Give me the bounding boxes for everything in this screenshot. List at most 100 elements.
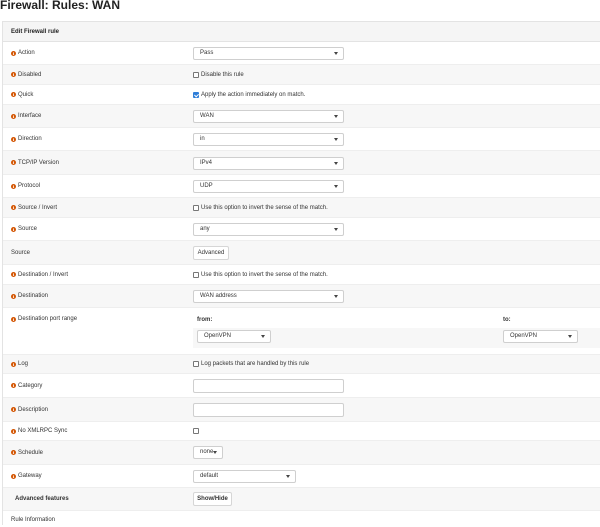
advanced-button[interactable]: Advanced	[193, 246, 229, 260]
port-to-select[interactable]: OpenVPN	[503, 330, 578, 343]
tcpip-version-select[interactable]: IPv4	[193, 157, 344, 170]
info-icon[interactable]: i	[11, 226, 16, 232]
quick-checkbox[interactable]	[193, 92, 199, 98]
source-invert-checkbox-text: Use this option to invert the sense of t…	[201, 205, 328, 211]
info-icon[interactable]: i	[11, 473, 16, 479]
destination-invert-label: Destination / Invert	[18, 271, 69, 278]
row-source: i Source any	[3, 218, 600, 241]
schedule-select[interactable]: none	[193, 446, 223, 459]
source-label: Source	[18, 226, 38, 232]
caret-down-icon	[286, 475, 290, 478]
row-schedule: i Schedule none	[3, 441, 600, 465]
row-no-xmlrpc-sync: i No XMLRPC Sync	[3, 422, 600, 441]
info-icon[interactable]: i	[11, 383, 16, 388]
panel-heading: Edit Firewall rule	[3, 22, 600, 42]
row-source-invert: i Source / Invert Use this option to inve…	[3, 198, 600, 218]
info-icon[interactable]: i	[11, 72, 16, 77]
info-icon[interactable]: i	[11, 316, 16, 322]
caret-down-icon	[334, 185, 338, 188]
description-input[interactable]	[193, 403, 344, 417]
row-source-advanced: Source Advanced	[3, 241, 600, 265]
info-icon[interactable]: i	[11, 50, 16, 56]
row-disabled: i Disabled Disable this rule	[3, 65, 600, 85]
row-tcpip-version: i TCP/IP Version IPv4	[3, 151, 600, 175]
disabled-label: Disabled	[18, 71, 42, 78]
caret-down-icon	[334, 228, 338, 231]
page-title: Firewall: Rules: WAN	[0, 0, 121, 12]
info-icon[interactable]: i	[11, 272, 16, 277]
row-category: i Category	[3, 374, 600, 398]
action-select[interactable]: Pass	[193, 47, 344, 60]
log-checkbox-text: Log packets that are handled by this rul…	[201, 361, 310, 367]
interface-label: Interface	[18, 113, 42, 119]
caret-down-icon	[334, 52, 338, 55]
info-icon[interactable]: i	[11, 183, 16, 189]
caret-down-icon	[334, 295, 338, 298]
quick-label: Quick	[18, 91, 34, 98]
row-destination-invert: i Destination / Invert Use this option to…	[3, 265, 600, 285]
disabled-checkbox[interactable]	[193, 72, 199, 78]
row-destination: i Destination WAN address	[3, 285, 600, 308]
gateway-select[interactable]: default	[193, 470, 296, 483]
caret-down-icon	[213, 451, 217, 454]
info-icon[interactable]: i	[11, 428, 16, 434]
info-icon[interactable]: i	[11, 407, 16, 412]
port-from-select[interactable]: OpenVPN	[197, 330, 271, 343]
destination-select[interactable]: WAN address	[193, 290, 344, 303]
port-from-label: from:	[197, 317, 213, 323]
row-interface: i Interface WAN	[3, 105, 600, 128]
caret-down-icon	[334, 115, 338, 118]
info-icon[interactable]: i	[11, 113, 16, 119]
quick-checkbox-text: Apply the action immediately on match.	[201, 92, 306, 98]
info-icon[interactable]: i	[11, 92, 16, 97]
destination-port-range-label: Destination port range	[18, 316, 78, 322]
row-log: i Log Log packets that are handled by thi…	[3, 355, 600, 374]
source-select[interactable]: any	[193, 223, 344, 236]
row-destination-port-range: i Destination port range from: to: OpenVP…	[3, 308, 600, 355]
log-checkbox[interactable]	[193, 361, 199, 367]
source-advanced-label: Source	[11, 249, 31, 256]
row-gateway: i Gateway default	[3, 465, 600, 488]
row-description: i Description	[3, 398, 600, 422]
source-invert-label: Source / Invert	[18, 204, 58, 211]
category-label: Category	[18, 382, 43, 389]
schedule-label: Schedule	[18, 449, 44, 456]
info-icon[interactable]: i	[11, 136, 16, 142]
row-rule-information: Rule Information	[3, 511, 600, 526]
direction-label: Direction	[18, 136, 42, 142]
caret-down-icon	[568, 335, 572, 338]
row-advanced-features: Advanced features Show/Hide	[3, 488, 600, 511]
protocol-label: Protocol	[18, 183, 41, 189]
category-input[interactable]	[193, 379, 344, 393]
info-icon[interactable]: i	[11, 450, 16, 455]
destination-invert-checkbox-text: Use this option to invert the sense of t…	[201, 272, 328, 278]
row-quick: i Quick Apply the action immediately on m…	[3, 85, 600, 105]
info-icon[interactable]: i	[11, 293, 16, 299]
rule-information-label: Rule Information	[11, 517, 56, 523]
disabled-checkbox-text: Disable this rule	[201, 72, 244, 78]
caret-down-icon	[334, 162, 338, 165]
edit-rule-panel: Edit Firewall rule i Action Pass i Disable…	[2, 21, 600, 525]
direction-select[interactable]: in	[193, 133, 344, 146]
description-label: Description	[18, 406, 49, 413]
tcpip-version-label: TCP/IP Version	[18, 159, 59, 166]
destination-invert-checkbox[interactable]	[193, 272, 199, 278]
row-protocol: i Protocol UDP	[3, 175, 600, 198]
interface-select[interactable]: WAN	[193, 110, 344, 123]
no-xmlrpc-sync-checkbox[interactable]	[193, 428, 199, 434]
info-icon[interactable]: i	[11, 361, 16, 367]
row-action: i Action Pass	[3, 42, 600, 65]
advanced-features-label: Advanced features	[15, 496, 69, 502]
log-label: Log	[18, 361, 29, 367]
port-to-label: to:	[503, 317, 511, 323]
info-icon[interactable]: i	[11, 205, 16, 210]
no-xmlrpc-sync-label: No XMLRPC Sync	[18, 428, 68, 434]
gateway-label: Gateway	[18, 473, 42, 479]
caret-down-icon	[261, 335, 265, 338]
protocol-select[interactable]: UDP	[193, 180, 344, 193]
source-invert-checkbox[interactable]	[193, 205, 199, 211]
info-icon[interactable]: i	[11, 160, 16, 165]
row-direction: i Direction in	[3, 128, 600, 151]
caret-down-icon	[334, 138, 338, 141]
show-hide-button[interactable]: Show/Hide	[193, 492, 232, 506]
